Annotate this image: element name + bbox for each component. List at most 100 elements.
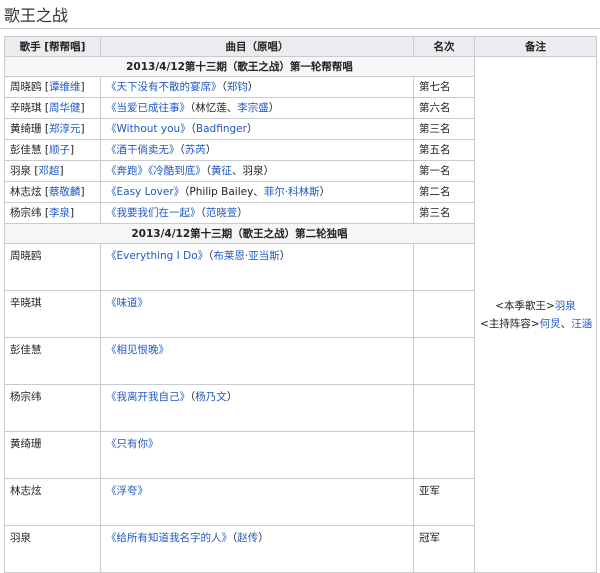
column-header-song: 曲目（原唱） bbox=[100, 36, 414, 57]
song-link[interactable]: 《味道》 bbox=[106, 297, 148, 309]
song-cell: 《当爱已成往事》（林忆莲、李宗盛） bbox=[100, 97, 414, 119]
host-link-he-jiong[interactable]: 何炅 bbox=[540, 318, 561, 330]
helper-link[interactable]: 顺子 bbox=[49, 144, 70, 156]
table-header-row: 歌手 [帮帮唱] 曲目（原唱） 名次 备注 bbox=[4, 36, 597, 57]
original-artist-link[interactable]: 郑钧 bbox=[227, 81, 248, 93]
results-table: 歌手 [帮帮唱] 曲目（原唱） 名次 备注 2013/4/12第十三期（歌王之战… bbox=[4, 36, 597, 573]
singer-cell: 林志炫 bbox=[4, 478, 101, 526]
champion-link[interactable]: 羽泉 bbox=[555, 300, 576, 312]
rank-cell bbox=[413, 290, 475, 338]
singer-name: 林志炫 bbox=[10, 186, 42, 198]
song-link[interactable]: 《相见恨晚》 bbox=[106, 344, 169, 356]
song-link[interactable]: 《我要我们在一起》 bbox=[106, 207, 201, 219]
notes-hosts-label: <主持阵容> bbox=[480, 317, 540, 330]
song-link-2[interactable]: 《冷酷到底》 bbox=[148, 165, 206, 177]
original-artist-link[interactable]: Badfinger bbox=[196, 123, 247, 135]
song-link[interactable]: 《给所有知道我名字的人》 bbox=[106, 532, 232, 544]
song-cell: 《酒干倘卖无》（苏芮） bbox=[100, 139, 414, 161]
host-link-wang-han[interactable]: 汪涵 bbox=[571, 318, 592, 330]
helper-link[interactable]: 邓超 bbox=[38, 165, 59, 177]
singer-cell: 彭佳慧 bbox=[4, 337, 101, 385]
song-cell: 《Easy Lover》（Philip Bailey、菲尔·科林斯） bbox=[100, 181, 414, 203]
round1-heading-row: 2013/4/12第十三期（歌王之战）第一轮帮帮唱 <本季歌王>羽泉 <主持阵容… bbox=[4, 56, 597, 573]
original-artist-link[interactable]: 赵传 bbox=[237, 532, 258, 544]
helper-link[interactable]: 谭维维 bbox=[49, 81, 81, 93]
original-prefix: （林忆莲、 bbox=[190, 102, 238, 114]
notes-line-hosts: <主持阵容>何炅、汪涵 bbox=[480, 315, 592, 333]
song-cell: 《相见恨晚》 bbox=[100, 337, 414, 385]
song-cell: 《浮夸》 bbox=[100, 478, 414, 526]
round1-heading: 2013/4/12第十三期（歌王之战）第一轮帮帮唱 bbox=[4, 56, 475, 77]
original-artist-link[interactable]: 范晓萱 bbox=[206, 207, 238, 219]
song-cell: 《Without you》（Badfinger） bbox=[100, 118, 414, 140]
helper-link[interactable]: 周华健 bbox=[49, 102, 81, 114]
original-artist-link[interactable]: 黄征 bbox=[211, 165, 232, 177]
song-link[interactable]: 《天下没有不散的宴席》 bbox=[106, 81, 222, 93]
original-suffix: ） bbox=[205, 144, 217, 156]
singer-cell: 杨宗纬 bbox=[4, 384, 101, 432]
notes-champion-label: <本季歌王> bbox=[495, 299, 555, 312]
song-link[interactable]: 《Without you》 bbox=[106, 123, 191, 135]
singer-cell: 周晓鸥 bbox=[4, 243, 101, 291]
original-artist-link[interactable]: 菲尔·科林斯 bbox=[264, 186, 320, 198]
notes-cell: <本季歌王>羽泉 <主持阵容>何炅、汪涵 bbox=[474, 56, 597, 573]
song-link[interactable]: 《只有你》 bbox=[106, 438, 159, 450]
song-cell: 《我要我们在一起》（范晓萱） bbox=[100, 202, 414, 224]
singer-name: 杨宗纬 bbox=[10, 207, 42, 219]
singer-cell: 杨宗纬 [李泉] bbox=[4, 202, 101, 224]
original-suffix: ） bbox=[237, 207, 248, 219]
notes-hosts-separator: 、 bbox=[560, 317, 572, 330]
title-divider bbox=[0, 28, 600, 29]
song-link[interactable]: 《浮夸》 bbox=[106, 485, 148, 497]
rank-cell bbox=[413, 384, 475, 432]
singer-name: 黄绮珊 bbox=[10, 123, 42, 135]
rank-cell bbox=[413, 243, 475, 291]
song-link[interactable]: 《酒干倘卖无》 bbox=[106, 144, 180, 156]
rank-cell bbox=[413, 431, 475, 479]
original-suffix: ） bbox=[247, 81, 259, 93]
rank-cell: 第二名 bbox=[413, 181, 475, 203]
rank-cell: 第七名 bbox=[413, 76, 475, 98]
song-link[interactable]: 《Everything I Do》 bbox=[106, 250, 208, 262]
song-link[interactable]: 《当爱已成往事》 bbox=[106, 102, 190, 114]
original-suffix: ） bbox=[258, 532, 269, 544]
song-link[interactable]: 《我离开我自己》 bbox=[106, 391, 190, 403]
song-cell: 《奔跑》《冷酷到底》（黄征、羽泉） bbox=[100, 160, 414, 182]
original-artist-link[interactable]: 布莱恩·亚当斯 bbox=[213, 250, 279, 262]
singer-name: 彭佳慧 bbox=[10, 144, 42, 156]
rank-cell: 第三名 bbox=[413, 118, 475, 140]
original-suffix: ） bbox=[319, 186, 331, 198]
page-title: 歌王之战 bbox=[4, 6, 69, 25]
song-cell: 《Everything I Do》（布莱恩·亚当斯） bbox=[100, 243, 414, 291]
singer-cell: 羽泉 bbox=[4, 525, 101, 573]
rank-cell: 第五名 bbox=[413, 139, 475, 161]
singer-name: 辛晓琪 bbox=[10, 102, 42, 114]
song-link[interactable]: 《奔跑》 bbox=[106, 165, 148, 177]
original-suffix: ） bbox=[246, 123, 258, 135]
original-artist-link[interactable]: 苏芮 bbox=[185, 144, 206, 156]
singer-cell: 林志炫 [蔡敬麟] bbox=[4, 181, 101, 203]
singer-cell: 黄绮珊 [郑淳元] bbox=[4, 118, 101, 140]
rank-cell: 第一名 bbox=[413, 160, 475, 182]
column-header-rank: 名次 bbox=[413, 36, 475, 57]
original-mid: 、羽泉） bbox=[232, 165, 274, 177]
notes-line-champion: <本季歌王>羽泉 bbox=[480, 297, 591, 315]
rank-cell: 亚军 bbox=[413, 478, 475, 526]
original-suffix: ） bbox=[226, 391, 238, 403]
helper-link[interactable]: 李泉 bbox=[49, 207, 70, 219]
song-link[interactable]: 《Easy Lover》 bbox=[106, 186, 184, 198]
song-cell: 《只有你》 bbox=[100, 431, 414, 479]
singer-name: 羽泉 bbox=[10, 165, 31, 177]
column-header-notes: 备注 bbox=[474, 36, 597, 57]
singer-cell: 辛晓琪 bbox=[4, 290, 101, 338]
singer-cell: 黄绮珊 bbox=[4, 431, 101, 479]
singer-name: 周晓鸥 bbox=[10, 81, 42, 93]
original-artist-link[interactable]: 杨乃文 bbox=[195, 391, 227, 403]
rank-cell: 冠军 bbox=[413, 525, 475, 573]
original-prefix: （Philip Bailey、 bbox=[184, 186, 264, 198]
song-cell: 《味道》 bbox=[100, 290, 414, 338]
helper-link[interactable]: 蔡敬麟 bbox=[49, 186, 81, 198]
original-artist-link[interactable]: 李宗盛 bbox=[237, 102, 269, 114]
helper-link[interactable]: 郑淳元 bbox=[49, 123, 81, 135]
singer-cell: 羽泉 [邓超] bbox=[4, 160, 101, 182]
